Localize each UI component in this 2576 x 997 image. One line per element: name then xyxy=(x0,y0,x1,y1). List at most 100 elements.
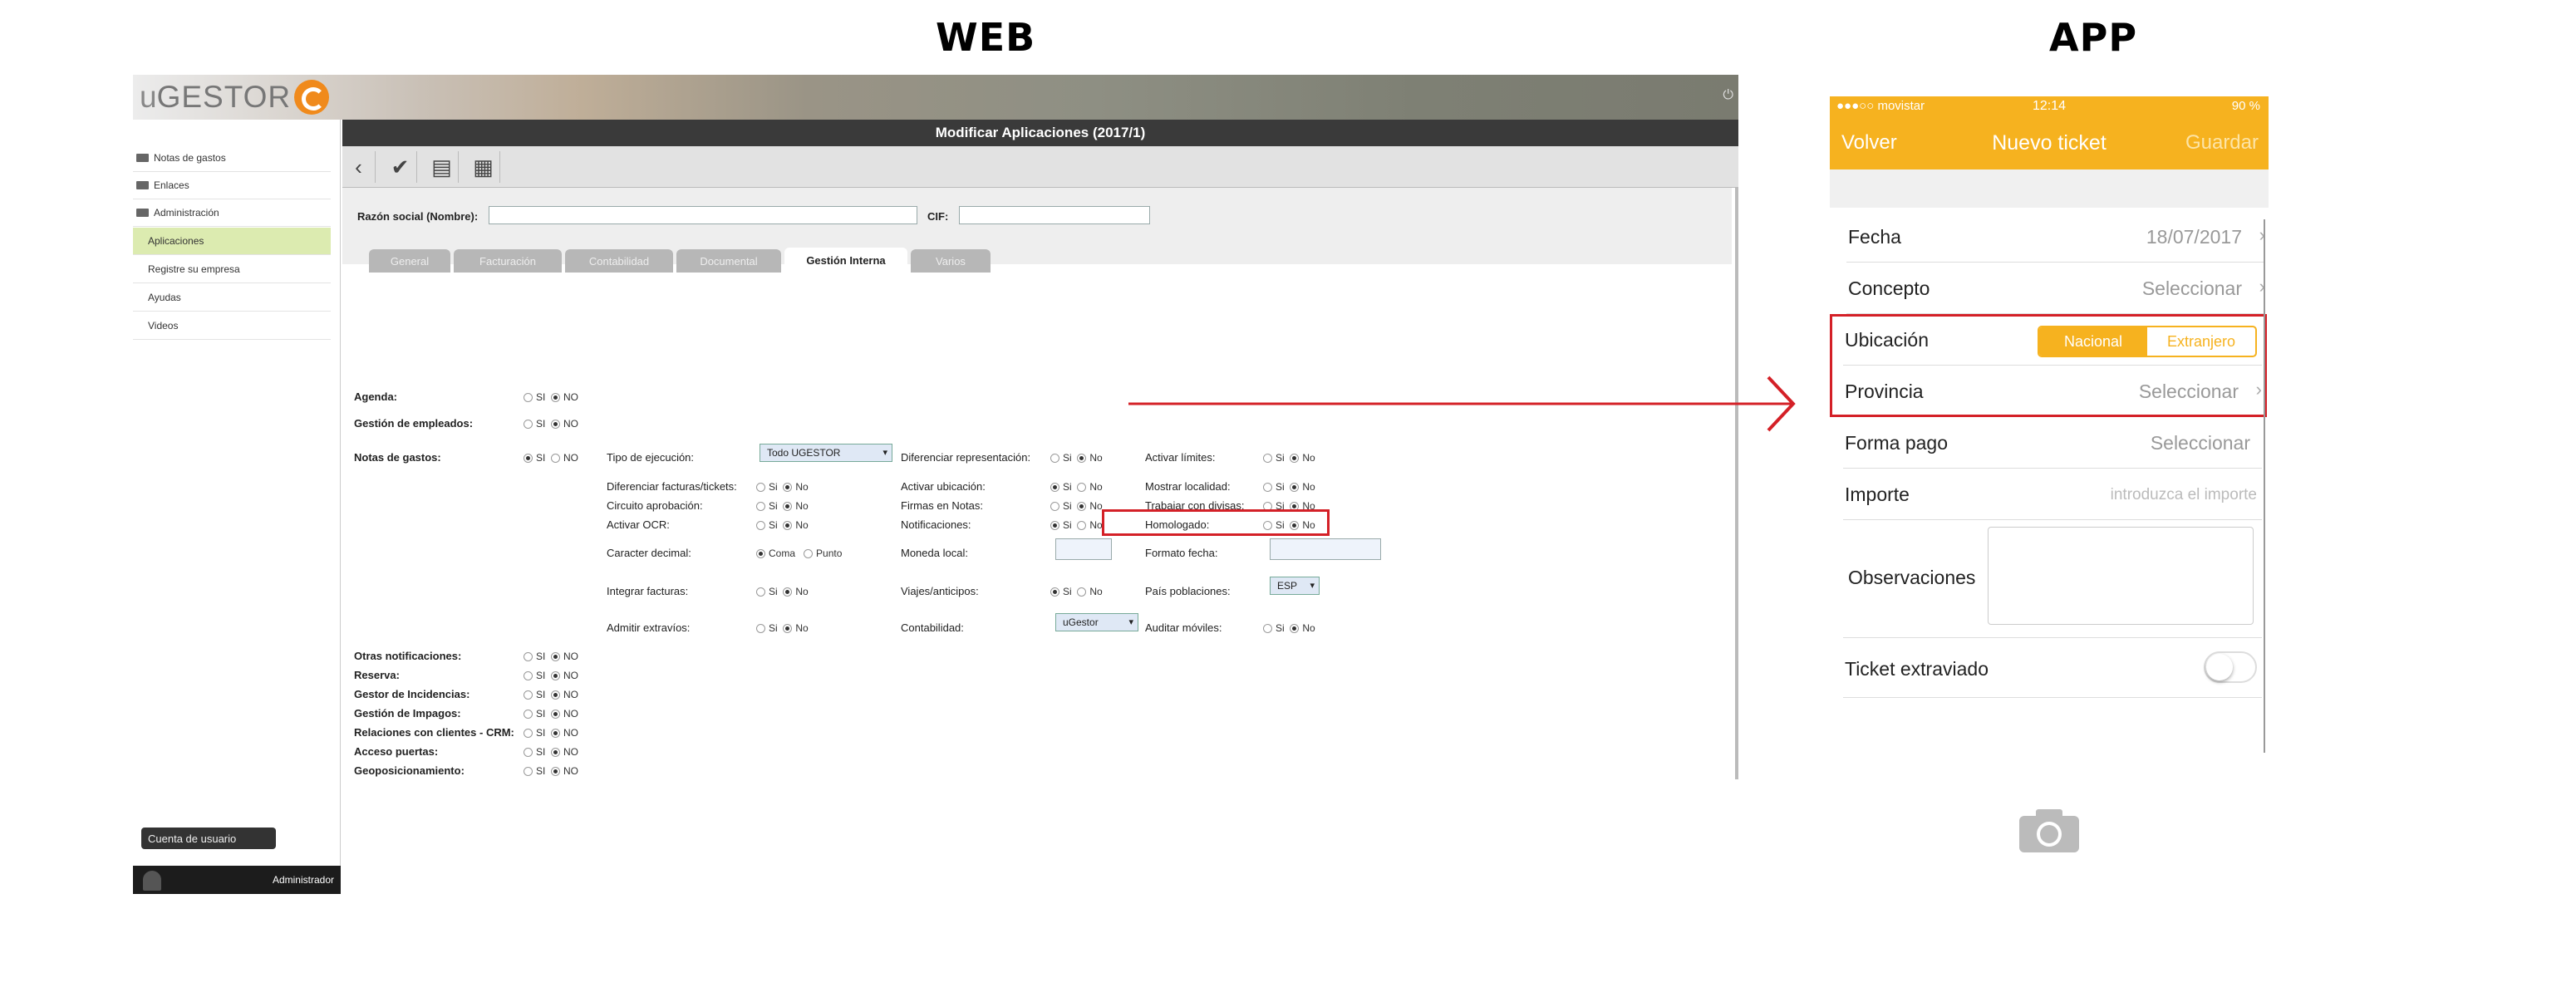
mostrar-localidad-radio[interactable]: Si No xyxy=(1263,481,1315,493)
tab-facturacion[interactable]: Facturación xyxy=(454,249,562,273)
firmas-radio[interactable]: Si No xyxy=(1050,500,1103,512)
empleados-label: Gestión de empleados: xyxy=(354,417,474,430)
otras-notificaciones-radio[interactable]: SI NO xyxy=(524,651,578,662)
activar-limites-radio[interactable]: Si No xyxy=(1263,452,1315,464)
battery-text: 90 % xyxy=(2231,99,2260,113)
activar-ubicacion-radio[interactable]: Si No xyxy=(1050,481,1103,493)
user-account-tooltip: Cuenta de usuario xyxy=(141,828,276,849)
arrow-icon xyxy=(1128,376,1796,432)
user-bar[interactable]: Administrador xyxy=(133,866,341,894)
ocr-radio[interactable]: Si No xyxy=(756,519,809,531)
agenda-radio[interactable]: SI NO xyxy=(524,391,578,403)
ticket-extraviado-toggle[interactable] xyxy=(2204,651,2257,683)
avatar-icon xyxy=(143,871,161,891)
tipo-ejecucion-select[interactable]: Todo UGESTOR xyxy=(760,444,892,462)
content-scrollbar[interactable] xyxy=(1735,188,1738,779)
importe-row: Importe introduzca el importe xyxy=(1843,469,2262,520)
moneda-label: Moneda local: xyxy=(901,547,968,559)
forma-pago-row[interactable]: Forma pago Seleccionar xyxy=(1843,417,2262,469)
formato-fecha-input[interactable] xyxy=(1270,538,1381,560)
razon-social-input[interactable] xyxy=(489,206,917,224)
fecha-row[interactable]: Fecha 18/07/2017 › xyxy=(1846,211,2265,263)
activar-limites-label: Activar límites: xyxy=(1145,451,1216,464)
sidebar-item-administracion[interactable]: Administración xyxy=(133,199,331,227)
dif-representacion-radio[interactable]: Si No xyxy=(1050,452,1103,464)
geo-radio[interactable]: SI NO xyxy=(524,765,578,777)
sidebar-item-enlaces[interactable]: Enlaces xyxy=(133,172,331,199)
page-title: Modificar Aplicaciones (2017/1) xyxy=(342,120,1738,146)
reserva-label: Reserva: xyxy=(354,669,400,681)
camera-icon[interactable] xyxy=(2018,806,2081,854)
app-label: APP xyxy=(2049,15,2138,60)
sidebar-item-registre-su-empresa[interactable]: Registre su empresa xyxy=(133,256,331,283)
incidencias-radio[interactable]: SI NO xyxy=(524,689,578,700)
calendar-icon[interactable]: ▦ xyxy=(467,151,500,183)
mostrar-localidad-label: Mostrar localidad: xyxy=(1145,480,1231,493)
concepto-value: Seleccionar xyxy=(2141,277,2242,299)
concepto-row[interactable]: Concepto Seleccionar › xyxy=(1846,263,2265,314)
viajes-radio[interactable]: Si No xyxy=(1050,586,1103,597)
empleados-radio[interactable]: SI NO xyxy=(524,418,578,430)
integrar-radio[interactable]: Si No xyxy=(756,586,809,597)
notas-radio[interactable]: SI NO xyxy=(524,452,578,464)
cif-label: CIF: xyxy=(927,210,949,223)
dif-facturas-radio[interactable]: Si No xyxy=(756,481,809,493)
crm-radio[interactable]: SI NO xyxy=(524,727,578,739)
circuito-radio[interactable]: Si No xyxy=(756,500,809,512)
importe-input[interactable]: introduzca el importe xyxy=(2111,486,2257,504)
admitir-radio[interactable]: Si No xyxy=(756,622,809,634)
app-screenshot: ●●●○○ movistar 12:14 90 % Volver Nuevo t… xyxy=(1830,96,2269,753)
web-label: WEB xyxy=(936,15,1036,60)
importe-label: Importe xyxy=(1845,484,1910,505)
firmas-label: Firmas en Notas: xyxy=(901,499,983,512)
save-button[interactable]: Guardar xyxy=(2185,131,2259,155)
reserva-radio[interactable]: SI NO xyxy=(524,670,578,681)
user-name: Administrador xyxy=(272,874,334,886)
power-icon[interactable]: ⏻ xyxy=(1723,88,1733,103)
tab-varios[interactable]: Varios xyxy=(911,249,991,273)
dif-representacion-label: Diferenciar representación: xyxy=(901,451,1031,464)
document-icon[interactable]: ▤ xyxy=(425,151,459,183)
tipo-ejecucion-label: Tipo de ejecución: xyxy=(607,451,695,464)
pais-select[interactable]: ESP xyxy=(1270,577,1320,595)
check-icon[interactable]: ✔ xyxy=(384,151,417,183)
tab-general[interactable]: General xyxy=(369,249,450,273)
puertas-label: Acceso puertas: xyxy=(354,745,439,758)
sidebar-item-notas-de-gastos[interactable]: Notas de gastos xyxy=(133,145,331,172)
clock-text: 12:14 xyxy=(2032,99,2067,113)
auditar-label: Auditar móviles: xyxy=(1145,621,1222,634)
moneda-input[interactable] xyxy=(1055,538,1112,560)
caracter-radio[interactable]: Coma Punto xyxy=(756,548,842,559)
folder-icon xyxy=(136,154,149,162)
fecha-label: Fecha xyxy=(1848,226,1901,248)
impagos-label: Gestión de Impagos: xyxy=(354,707,461,720)
highlight-ubicacion-provincia xyxy=(1830,314,2267,417)
contabilidad-label: Contabilidad: xyxy=(901,621,964,634)
observaciones-textarea[interactable] xyxy=(1988,527,2254,625)
admitir-label: Admitir extravíos: xyxy=(607,621,691,634)
sidebar-item-videos[interactable]: Videos xyxy=(133,312,331,340)
impagos-radio[interactable]: SI NO xyxy=(524,708,578,720)
circuito-label: Circuito aprobación: xyxy=(607,499,703,512)
activar-ubicacion-label: Activar ubicación: xyxy=(901,480,986,493)
highlight-activar-ubicacion xyxy=(1102,509,1330,536)
observaciones-row: Observaciones xyxy=(1843,520,2262,638)
back-icon[interactable]: ‹ xyxy=(342,151,376,183)
form-header: Razón social (Nombre): CIF: General Fact… xyxy=(342,188,1732,273)
otras-notificaciones-label: Otras notificaciones: xyxy=(354,650,462,662)
notificaciones-radio[interactable]: Si No xyxy=(1050,519,1103,531)
forma-pago-label: Forma pago xyxy=(1845,432,1949,454)
tab-gestion-interna[interactable]: Gestión Interna xyxy=(784,248,907,273)
tab-contabilidad[interactable]: Contabilidad xyxy=(565,249,673,273)
section-spacer xyxy=(1830,169,2269,208)
auditar-radio[interactable]: Si No xyxy=(1263,622,1315,634)
cif-input[interactable] xyxy=(959,206,1150,224)
sidebar-item-ayudas[interactable]: Ayudas xyxy=(133,284,331,312)
ticket-extraviado-label: Ticket extraviado xyxy=(1845,658,1989,680)
folder-icon xyxy=(136,209,149,217)
contabilidad-select[interactable]: uGestor xyxy=(1055,613,1138,631)
sidebar-item-aplicaciones[interactable]: Aplicaciones xyxy=(133,228,331,255)
tab-documental[interactable]: Documental xyxy=(676,249,781,273)
pais-label: País poblaciones: xyxy=(1145,585,1231,597)
puertas-radio[interactable]: SI NO xyxy=(524,746,578,758)
